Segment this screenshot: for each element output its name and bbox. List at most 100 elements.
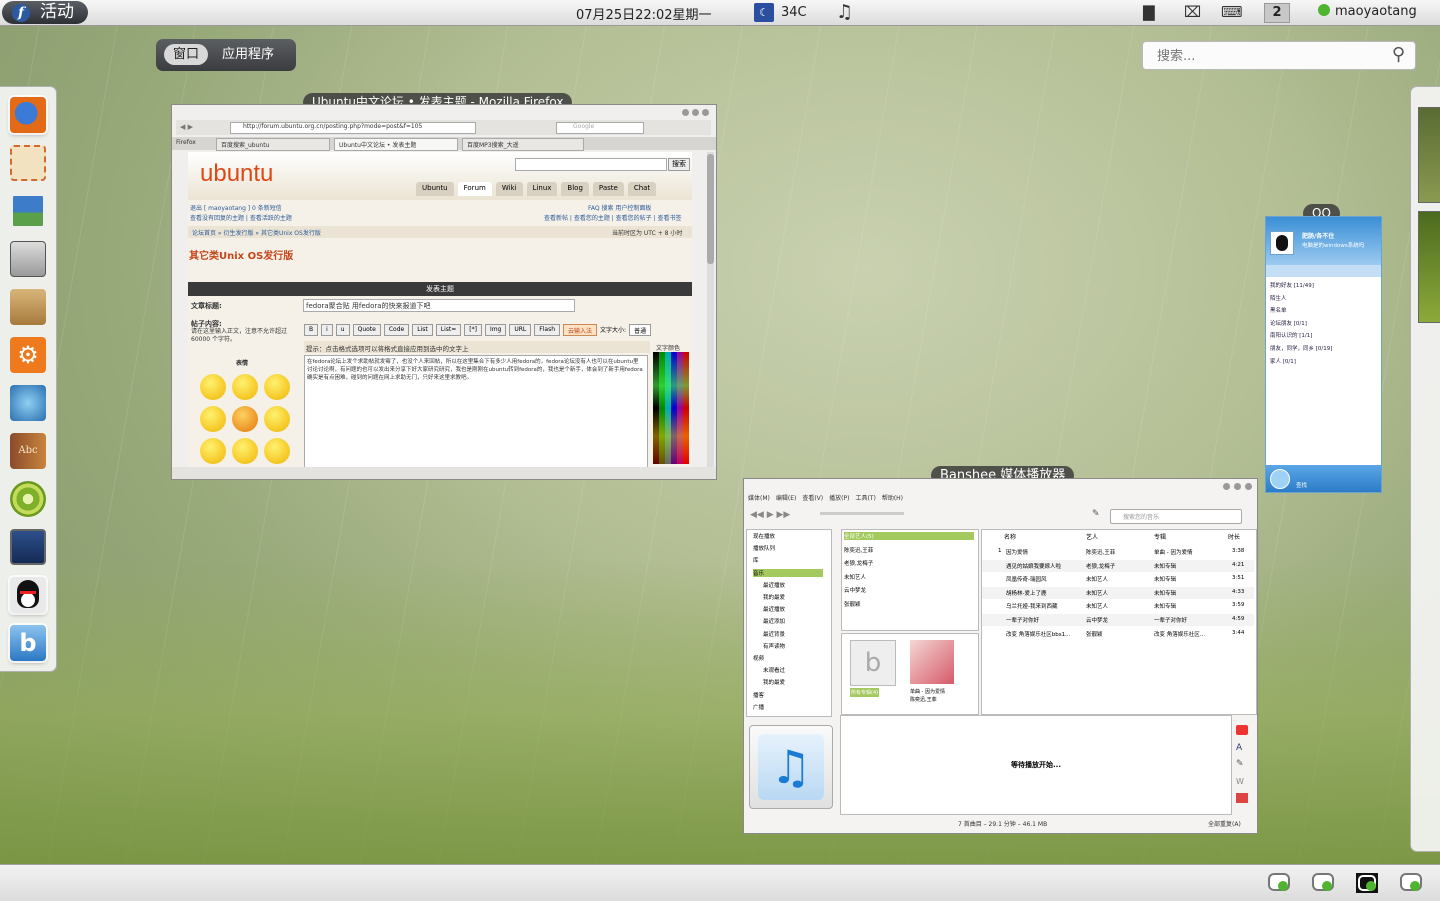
tab-windows[interactable]: 窗口 bbox=[164, 44, 208, 65]
qq-window[interactable]: 肥肠/各不住 电脑是的windows系统吗 我的好友 [11/49] 陌生人 黑名单… bbox=[1265, 216, 1382, 493]
workspace-indicator[interactable]: 2 bbox=[1264, 3, 1290, 23]
contact-group[interactable]: 黑名单 bbox=[1270, 306, 1287, 314]
column-header[interactable]: 专辑 bbox=[1154, 532, 1166, 541]
browser-tab[interactable]: 百度MP3搜索_大遥 bbox=[462, 138, 584, 151]
search-icon[interactable]: ⚲ bbox=[1392, 44, 1405, 65]
contact-group[interactable]: 我的好友 [11/49] bbox=[1270, 281, 1314, 289]
editor-button[interactable]: u bbox=[335, 324, 350, 336]
disk-icon[interactable] bbox=[10, 241, 46, 277]
site-tab[interactable]: Blog bbox=[561, 182, 589, 196]
qq-penguin-icon[interactable] bbox=[10, 577, 46, 613]
weather-icon[interactable]: ☾ bbox=[754, 3, 774, 22]
playback-controls-icon[interactable]: ◀◀ ▶ ▶▶ bbox=[750, 510, 790, 520]
menu-item[interactable]: 媒体(M) bbox=[748, 493, 770, 502]
chat-notification-icon[interactable] bbox=[1268, 873, 1290, 893]
album-title[interactable]: 单曲 - 因为爱情 bbox=[910, 688, 945, 695]
menu-item[interactable]: 帮助(H) bbox=[882, 493, 903, 502]
source-item[interactable]: 有声读物 bbox=[763, 642, 785, 650]
close-icon[interactable] bbox=[702, 109, 709, 116]
smiley-icon[interactable] bbox=[232, 438, 258, 464]
user-links-2[interactable]: 查看没有回复的主题 | 查看活跃的主题 bbox=[190, 213, 292, 222]
qq-status-message[interactable]: 电脑是的windows系统吗 bbox=[1302, 241, 1364, 249]
qq-avatar[interactable] bbox=[1270, 231, 1294, 255]
site-tab[interactable]: Linux bbox=[526, 182, 558, 196]
table-row[interactable]: 遇见的姑娘我要嫁人啦 老狼,龙梅子 未知专辑 4:21 bbox=[982, 559, 1254, 572]
music-note-icon[interactable]: ♫ bbox=[836, 1, 853, 23]
editor-button[interactable]: Quote bbox=[352, 324, 381, 336]
album-cover-placeholder-icon[interactable]: b bbox=[850, 640, 896, 686]
youtube-icon[interactable] bbox=[1236, 793, 1248, 803]
post-body-textarea[interactable]: 在fedora论坛上发个求助帖就发霉了，也没个人来回帖，所以在这里集合下有多少人… bbox=[304, 355, 648, 469]
editor-button[interactable]: Code bbox=[383, 324, 410, 336]
workspace-thumbnail[interactable] bbox=[1418, 107, 1440, 203]
dictionary-icon[interactable]: Abc bbox=[10, 433, 46, 469]
table-row[interactable]: 1 因为爱情 陈奕迅,王菲 单曲 - 因为爱情 3:38 bbox=[982, 546, 1254, 558]
source-item[interactable]: 最近背景 bbox=[763, 630, 785, 638]
table-row[interactable]: 改变 角落娱乐社区bbs1... 张靓颖 改变 角落娱乐社区... 3:44 bbox=[982, 628, 1254, 640]
source-item[interactable]: 库 bbox=[753, 556, 759, 564]
web-search-box[interactable]: Google bbox=[556, 122, 644, 134]
site-search-input[interactable] bbox=[515, 158, 667, 171]
pen-icon[interactable]: ✎ bbox=[1236, 759, 1244, 769]
site-tab[interactable]: Wiki bbox=[495, 182, 523, 196]
menu-item[interactable]: 编辑(E) bbox=[776, 493, 796, 502]
source-item[interactable]: 广播 bbox=[753, 703, 764, 711]
source-item[interactable]: 我的最爱 bbox=[763, 593, 785, 601]
source-item[interactable]: 未观看过 bbox=[763, 666, 785, 674]
scrollbar[interactable] bbox=[707, 152, 714, 468]
menu-item[interactable]: 播放(P) bbox=[829, 493, 849, 502]
album-title[interactable]: 所有专辑(4) bbox=[850, 688, 880, 697]
editor-button[interactable]: URL bbox=[509, 324, 532, 336]
smiley-icon[interactable] bbox=[264, 406, 290, 432]
music-search-input[interactable]: 搜索您的音乐 bbox=[1110, 509, 1242, 524]
editor-button[interactable]: i bbox=[321, 324, 333, 336]
chat-notification-icon[interactable] bbox=[1400, 873, 1422, 893]
contact-group[interactable]: 南阳认识的 [1/1] bbox=[1270, 331, 1312, 339]
user-menu[interactable]: maoyaotang bbox=[1318, 4, 1417, 19]
site-tab[interactable]: Chat bbox=[627, 182, 657, 196]
site-tab-active[interactable]: Forum bbox=[457, 182, 492, 196]
firefox-menu-button[interactable]: Firefox bbox=[176, 139, 196, 146]
smiley-icon[interactable] bbox=[232, 374, 258, 400]
right-links[interactable]: FAQ 搜索 用户控制面板 bbox=[588, 203, 651, 212]
lastfm-icon[interactable] bbox=[1236, 725, 1248, 735]
site-tab[interactable]: Ubuntu bbox=[416, 182, 454, 196]
folder-icon[interactable]: ▇ bbox=[1143, 3, 1155, 21]
smiley-icon[interactable] bbox=[232, 406, 258, 432]
source-item[interactable]: 最近播放 bbox=[763, 581, 785, 589]
color-palette[interactable] bbox=[653, 352, 689, 464]
clock[interactable]: 07月25日22:02星期一 bbox=[576, 4, 712, 23]
firefox-icon[interactable] bbox=[10, 97, 46, 133]
menu-item[interactable]: 工具(T) bbox=[855, 493, 875, 502]
browser-tab[interactable]: 百度搜索_ubuntu bbox=[216, 138, 330, 151]
smiley-icon[interactable] bbox=[200, 374, 226, 400]
settings-gear-icon[interactable]: ⚙ bbox=[10, 337, 46, 373]
back-forward-icon[interactable]: ◀ ▶ bbox=[180, 123, 193, 131]
seek-slider[interactable] bbox=[820, 512, 904, 515]
user-links[interactable]: 退出 [ maoyaotang ] 0 条新短信 bbox=[190, 203, 282, 212]
browser-tab-active[interactable]: Ubuntu中文论坛 • 发表主题 bbox=[334, 138, 458, 151]
maximize-icon[interactable] bbox=[1234, 483, 1241, 490]
scrollbar-thumb[interactable] bbox=[707, 154, 714, 264]
table-row[interactable]: 胡杨林-爱上了鹿 未知艺人 未知专辑 4:33 bbox=[982, 586, 1254, 599]
chat-notification-icon[interactable] bbox=[1312, 873, 1334, 893]
editor-button[interactable]: [*] bbox=[464, 324, 482, 336]
smiley-icon[interactable] bbox=[200, 438, 226, 464]
column-header[interactable]: 名称 bbox=[1004, 532, 1016, 541]
font-size-select[interactable]: 普通 bbox=[629, 324, 652, 336]
activities-button[interactable]: f 活动 bbox=[2, 1, 88, 24]
source-item[interactable]: 播客 bbox=[753, 691, 764, 699]
firefox-window[interactable]: ◀ ▶ http://forum.ubuntu.org.cn/posting.p… bbox=[171, 104, 717, 480]
maximize-icon[interactable] bbox=[692, 109, 699, 116]
table-row[interactable]: 一辈子对你好 云中梦龙 一辈子对你好 4:59 bbox=[982, 614, 1254, 626]
source-item[interactable]: 最近播放 bbox=[763, 605, 785, 613]
network-icon[interactable]: ⌧ bbox=[1184, 3, 1201, 21]
software-installer-icon[interactable] bbox=[10, 289, 46, 325]
cloud-input-button[interactable]: 云输入法 bbox=[563, 324, 598, 336]
smiley-icon[interactable] bbox=[264, 374, 290, 400]
subject-input[interactable]: fedora聚合贴 用fedora的快来报道下吧 bbox=[303, 299, 575, 312]
minimize-icon[interactable] bbox=[682, 109, 689, 116]
table-row[interactable]: 乌兰托娅-我来到西藏 未知艺人 未知专辑 3:59 bbox=[982, 600, 1254, 612]
forum-heading[interactable]: 其它类Unix OS发行版 bbox=[189, 247, 293, 262]
contact-group[interactable]: 论坛朋友 [0/1] bbox=[1270, 319, 1307, 327]
